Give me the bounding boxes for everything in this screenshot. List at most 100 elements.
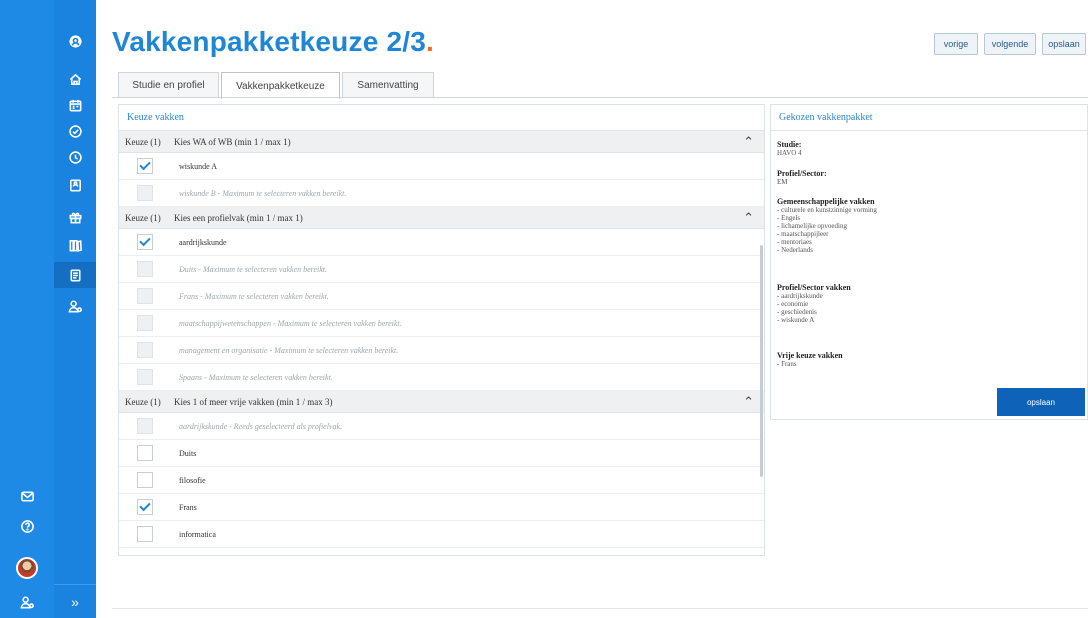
app-root: » Vakkenpakketkeuze 2/3. vorige volgende…: [0, 0, 1088, 618]
subject-label: Frans: [179, 502, 197, 512]
list-item[interactable]: aardrijkskunde: [119, 229, 764, 256]
list-item[interactable]: informatica: [119, 521, 764, 548]
save-top-button[interactable]: opslaan: [1042, 33, 1086, 55]
studie-label: Studie:: [777, 140, 802, 149]
checkbox: [137, 342, 153, 358]
subject-label: informatica: [179, 529, 216, 539]
help-icon[interactable]: [0, 512, 54, 540]
tab-samenvatting[interactable]: Samenvatting: [342, 72, 434, 98]
gemeenschappelijke-label: Gemeenschappelijke vakken: [777, 197, 875, 206]
group-header[interactable]: Keuze (1) Kies WA of WB (min 1 / max 1) ⌃: [119, 131, 764, 153]
next-button[interactable]: volgende: [984, 33, 1036, 55]
checkbox[interactable]: [137, 234, 153, 250]
subject-label: Frans - Maximum te selecteren vakken ber…: [179, 291, 329, 301]
vrije-label: Vrije keuze vakken: [777, 351, 843, 360]
keuze-vakken-panel: Keuze vakken Keuze (1) Kies WA of WB (min…: [118, 104, 765, 556]
mail-icon[interactable]: [0, 482, 54, 510]
avatar[interactable]: [0, 554, 54, 582]
subject-label: maatschappijwetenschappen - Maximum te s…: [179, 318, 402, 328]
list-item: Spaans - Maximum te selecteren vakken be…: [119, 364, 764, 391]
outer-rail: [0, 0, 54, 618]
previous-button[interactable]: vorige: [934, 33, 978, 55]
tab-vakkenpakketkeuze[interactable]: Vakkenpakketkeuze: [221, 72, 340, 99]
checkbox[interactable]: [137, 472, 153, 488]
sector-list: - aardrijkskunde - economie - geschiedenis…: [777, 292, 851, 324]
profiel-label: Profiel/Sector:: [777, 169, 827, 178]
document-icon[interactable]: [54, 262, 96, 288]
checkbox: [137, 418, 153, 434]
bottom-divider: [112, 608, 1088, 609]
keuze-count: Keuze (1): [125, 212, 161, 223]
tab-underline: [112, 97, 1088, 98]
checkbox[interactable]: [137, 445, 153, 461]
group-name: Kies 1 of meer vrije vakken (min 1 / max…: [174, 396, 333, 407]
user-settings-icon[interactable]: [0, 588, 54, 616]
subject-label: management en organisatie - Maximum te s…: [179, 345, 399, 355]
gekozen-vakkenpakket-panel: Gekozen vakkenpakket Studie: HAVO 4 Prof…: [770, 104, 1088, 420]
panel-title: Gekozen vakkenpakket: [771, 105, 1087, 131]
list-item: Frans - Maximum te selecteren vakken ber…: [119, 283, 764, 310]
subject-label: filosofie: [179, 475, 206, 485]
subject-item: - Frans: [777, 360, 797, 368]
vrije-list: - Frans: [777, 360, 843, 368]
subject-item: - maatschappijleer: [777, 230, 829, 238]
subject-item: - mentoriaes: [777, 238, 812, 246]
title-dot: .: [425, 26, 434, 57]
gift-icon[interactable]: [54, 204, 96, 230]
group-header[interactable]: Keuze (1) Kies een profielvak (min 1 / ma…: [119, 207, 764, 229]
keuze-count: Keuze (1): [125, 136, 161, 147]
library-icon[interactable]: [54, 232, 96, 258]
scrollbar[interactable]: [760, 245, 763, 477]
check-circle-icon[interactable]: [54, 118, 96, 144]
subject-label: aardrijkskunde: [179, 237, 227, 247]
save-button[interactable]: opslaan: [997, 388, 1085, 416]
checkbox[interactable]: [137, 499, 153, 515]
checkbox[interactable]: [137, 158, 153, 174]
expand-sidebar-button[interactable]: »: [54, 584, 96, 618]
checkbox: [137, 261, 153, 277]
home-icon[interactable]: [54, 66, 96, 92]
checkbox: [137, 369, 153, 385]
gemeenschappelijke-section: Gemeenschappelijke vakken - culturele en…: [777, 197, 877, 254]
checkbox[interactable]: [137, 526, 153, 542]
chevron-up-icon[interactable]: ⌃: [743, 394, 754, 410]
subject-item: - wiskunde A: [777, 316, 815, 324]
subject-item: - Engels: [777, 214, 801, 222]
chevron-up-icon[interactable]: ⌃: [743, 134, 754, 150]
avatar-image: [16, 557, 38, 579]
group-header[interactable]: Keuze (1) Kies 1 of meer vrije vakken (mi…: [119, 391, 764, 413]
calendar-icon[interactable]: [54, 92, 96, 118]
list-item: management en organisatie - Maximum te s…: [119, 337, 764, 364]
book-icon[interactable]: [54, 172, 96, 198]
list-item[interactable]: Duits: [119, 440, 764, 467]
subject-item: - Nederlands: [777, 246, 813, 254]
list-item[interactable]: wiskunde A: [119, 153, 764, 180]
tab-bar: Studie en profiel Vakkenpakketkeuze Same…: [118, 72, 436, 99]
studie-value: HAVO 4: [777, 149, 802, 157]
subject-item: - economie: [777, 300, 809, 308]
panel-title: Keuze vakken: [119, 105, 764, 131]
subject-label: wiskunde A: [179, 161, 217, 171]
list-item[interactable]: Frans: [119, 494, 764, 521]
clock-icon[interactable]: [54, 144, 96, 170]
sector-section: Profiel/Sector vakken - aardrijkskunde - …: [777, 283, 851, 324]
list-item[interactable]: filosofie: [119, 467, 764, 494]
vrije-section: Vrije keuze vakken - Frans: [777, 351, 843, 368]
group-list: Keuze (1) Kies WA of WB (min 1 / max 1) ⌃ w…: [119, 131, 764, 548]
list-item: maatschappijwetenschappen - Maximum te s…: [119, 310, 764, 337]
subject-label: Spaans - Maximum te selecteren vakken be…: [179, 372, 333, 382]
app-logo-icon[interactable]: [54, 28, 96, 54]
user-settings-icon[interactable]: [54, 293, 96, 319]
group-name: Kies een profielvak (min 1 / max 1): [174, 212, 303, 223]
tab-studie-en-profiel[interactable]: Studie en profiel: [118, 72, 219, 98]
page-title: Vakkenpakketkeuze 2/3.: [112, 26, 434, 58]
chevron-up-icon[interactable]: ⌃: [743, 210, 754, 226]
checkbox: [137, 315, 153, 331]
profiel-value: EM: [777, 178, 788, 186]
subject-item: - lichamelijke opvoeding: [777, 222, 847, 230]
gemeenschappelijke-list: - culturele en kunstzinnige vorming - Eng…: [777, 206, 877, 254]
studie-section: Studie: HAVO 4: [777, 140, 802, 157]
subject-item: - aardrijkskunde: [777, 292, 823, 300]
subject-label: Duits - Maximum te selecteren vakken ber…: [179, 264, 328, 274]
checkbox: [137, 288, 153, 304]
